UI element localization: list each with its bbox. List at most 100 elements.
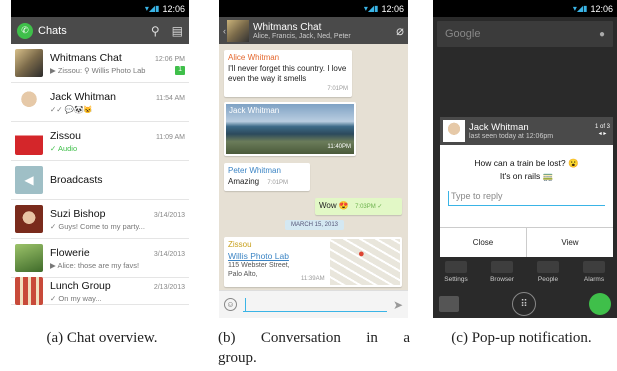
camera-icon[interactable]: [439, 296, 459, 312]
app-icon-browser[interactable]: Browser: [482, 261, 522, 283]
caption-a: (a) Chat overview.: [46, 330, 158, 346]
map-pin-icon: ●: [358, 248, 365, 260]
app-icon-alarms[interactable]: Alarms: [574, 261, 614, 283]
app-icon-settings[interactable]: Settings: [436, 261, 476, 283]
group-avatar: [227, 19, 249, 42]
back-icon[interactable]: ‹: [223, 26, 226, 36]
chat-time: 12:06 PM: [155, 55, 185, 63]
status-time: 12:06: [381, 3, 404, 14]
status-bar: ▾◢▮ 12:06: [11, 0, 189, 17]
popup-header: Jack Whitman last seen today at 12:06pm …: [440, 117, 613, 145]
location-address: 115 Webster Street, Palo Alto,: [228, 262, 290, 278]
group-title: Whitmans Chat: [253, 21, 322, 33]
chat-name: Suzi Bishop: [50, 207, 106, 220]
avatar: [443, 120, 465, 142]
chat-time: 11:09 AM: [155, 133, 185, 141]
group-conversation-screen: ▾◢▮ 12:06 ‹ Whitmans Chat Alice, Francis…: [219, 0, 408, 318]
chat-row-broadcasts[interactable]: ◀ Broadcasts: [11, 161, 189, 200]
chat-row-jack-whitman[interactable]: Jack Whitman 11:54 AM ✓✓ 💬🐼😺: [11, 83, 189, 122]
chat-preview: ✓✓ 💬🐼😺: [50, 104, 93, 114]
contact-name: Jack Whitman: [469, 121, 529, 133]
message-bubble: Peter Whitman Amazing 7:01PM: [224, 163, 310, 191]
app-label: Browser: [490, 276, 514, 283]
message-count: 1 of 3: [594, 124, 610, 130]
message-bubble-outgoing: Wow 😍 7:03PM ✓: [315, 198, 402, 215]
page-title: Chats: [38, 24, 67, 37]
action-bar: ‹ Whitmans Chat Alice, Francis, Jack, Ne…: [219, 17, 408, 44]
chat-preview: ▶ Zissou: ⚲ Willis Photo Lab: [50, 65, 146, 75]
popup-notification-screen: ▾◢▮ 12:06 Google ● Jack Whitman last see…: [433, 0, 617, 318]
popup-messages: How can a train be lost? 😮 It's on rails…: [440, 145, 613, 183]
message-counter[interactable]: 1 of 3 ◂ ▸: [595, 124, 610, 138]
chat-preview: ✓ On my way...: [50, 293, 102, 303]
caption-b: (b) Conversation in a group.: [218, 328, 410, 368]
message-time: 7:01PM: [327, 86, 348, 92]
status-bar: ▾◢▮ 12:06: [219, 0, 408, 17]
send-icon[interactable]: ➤: [393, 298, 403, 312]
app-icons-row: Settings Browser People Alarms: [433, 261, 617, 283]
microphone-icon[interactable]: ●: [599, 29, 605, 40]
chat-row-whitmans-chat[interactable]: Whitmans Chat 12:06 PM ▶ Zissou: ⚲ Willis…: [11, 44, 189, 83]
signal-icon: ▾◢▮: [572, 4, 588, 13]
emoji-icon[interactable]: ☺: [224, 298, 237, 311]
message-bubble: Alice Whitman I'll never forget this cou…: [224, 50, 352, 97]
reply-input[interactable]: Type to reply: [448, 191, 605, 206]
popup-dialog: Jack Whitman last seen today at 12:06pm …: [440, 117, 613, 257]
app-drawer-icon[interactable]: ⠿: [512, 292, 536, 316]
message-time: 7:03PM ✓: [355, 204, 383, 210]
status-bar: ▾◢▮ 12:06: [433, 0, 617, 17]
message-time: 11:40PM: [327, 144, 351, 150]
map-thumbnail[interactable]: ●: [330, 239, 400, 285]
message-text: Amazing: [228, 177, 260, 186]
message-sender: Peter Whitman: [228, 166, 281, 175]
new-chat-icon[interactable]: ▤: [172, 24, 183, 38]
chat-preview: ✓ Audio: [50, 143, 78, 153]
status-time: 12:06: [590, 3, 613, 14]
avatar: [15, 277, 43, 305]
avatar: [15, 244, 43, 272]
chat-name: Zissou: [50, 129, 81, 142]
unread-badge: 1: [175, 65, 185, 75]
photo-thumbnail[interactable]: Jack Whitman 11:40PM: [226, 104, 354, 154]
caption-b-line2: group.: [218, 350, 257, 366]
message-sender: Alice Whitman: [228, 53, 280, 62]
chat-name: Lunch Group: [50, 279, 111, 292]
close-button[interactable]: Close: [440, 228, 526, 257]
avatar: [15, 127, 43, 155]
whatsapp-icon[interactable]: [589, 293, 611, 315]
group-members: Alice, Francis, Jack, Ned, Peter: [253, 32, 351, 40]
chat-overview-screen: ▾◢▮ 12:06 ✆ Chats ⚲ ▤ Whitmans Chat 12:06…: [11, 0, 189, 318]
search-hint: Google: [445, 28, 481, 40]
broadcast-icon: ◀: [15, 166, 43, 194]
status-time: 12:06: [162, 3, 185, 14]
chat-time: 3/14/2013: [153, 250, 185, 258]
attach-icon[interactable]: ⌀: [396, 23, 404, 39]
chat-row-zissou[interactable]: Zissou 11:09 AM ✓ Audio: [11, 122, 189, 161]
caption-c: (c) Pop-up notification.: [451, 330, 592, 346]
chat-row-suzi-bishop[interactable]: Suzi Bishop 3/14/2013 ✓ Guys! Come to my …: [11, 200, 189, 239]
chat-list: Whitmans Chat 12:06 PM ▶ Zissou: ⚲ Willis…: [11, 44, 189, 305]
chat-name: Whitmans Chat: [50, 51, 122, 64]
app-icon-people[interactable]: People: [528, 261, 568, 283]
signal-icon: ▾◢▮: [144, 4, 160, 13]
message-input[interactable]: [243, 297, 387, 312]
popup-message-line: It's on rails 🚃: [499, 171, 554, 181]
location-message[interactable]: Zissou Willis Photo Lab 115 Webster Stre…: [224, 237, 402, 287]
app-label: Settings: [444, 276, 468, 283]
chat-time: 11:54 AM: [155, 94, 185, 102]
chat-row-lunch-group[interactable]: Lunch Group 2/13/2013 ✓ On my way...: [11, 277, 189, 305]
view-button[interactable]: View: [526, 228, 613, 257]
whatsapp-logo-icon: ✆: [17, 22, 33, 39]
caption-b-line1: (b) Conversation in a: [218, 330, 410, 346]
message-time: 11:39AM: [301, 276, 325, 282]
popup-buttons: Close View: [440, 227, 613, 257]
search-bar[interactable]: Google ●: [437, 21, 613, 47]
compose-bar: ☺ ➤: [219, 290, 408, 318]
chat-row-flowerie[interactable]: Flowerie 3/14/2013 ▶ Alice: those are my …: [11, 239, 189, 278]
chat-time: 2/13/2013: [153, 283, 185, 291]
prev-next-icon[interactable]: ◂ ▸: [595, 131, 610, 138]
avatar: [15, 88, 43, 116]
message-bubble[interactable]: Jack Whitman 11:40PM: [224, 102, 356, 156]
message-list: Alice Whitman I'll never forget this cou…: [219, 44, 408, 290]
search-icon[interactable]: ⚲: [151, 24, 160, 38]
